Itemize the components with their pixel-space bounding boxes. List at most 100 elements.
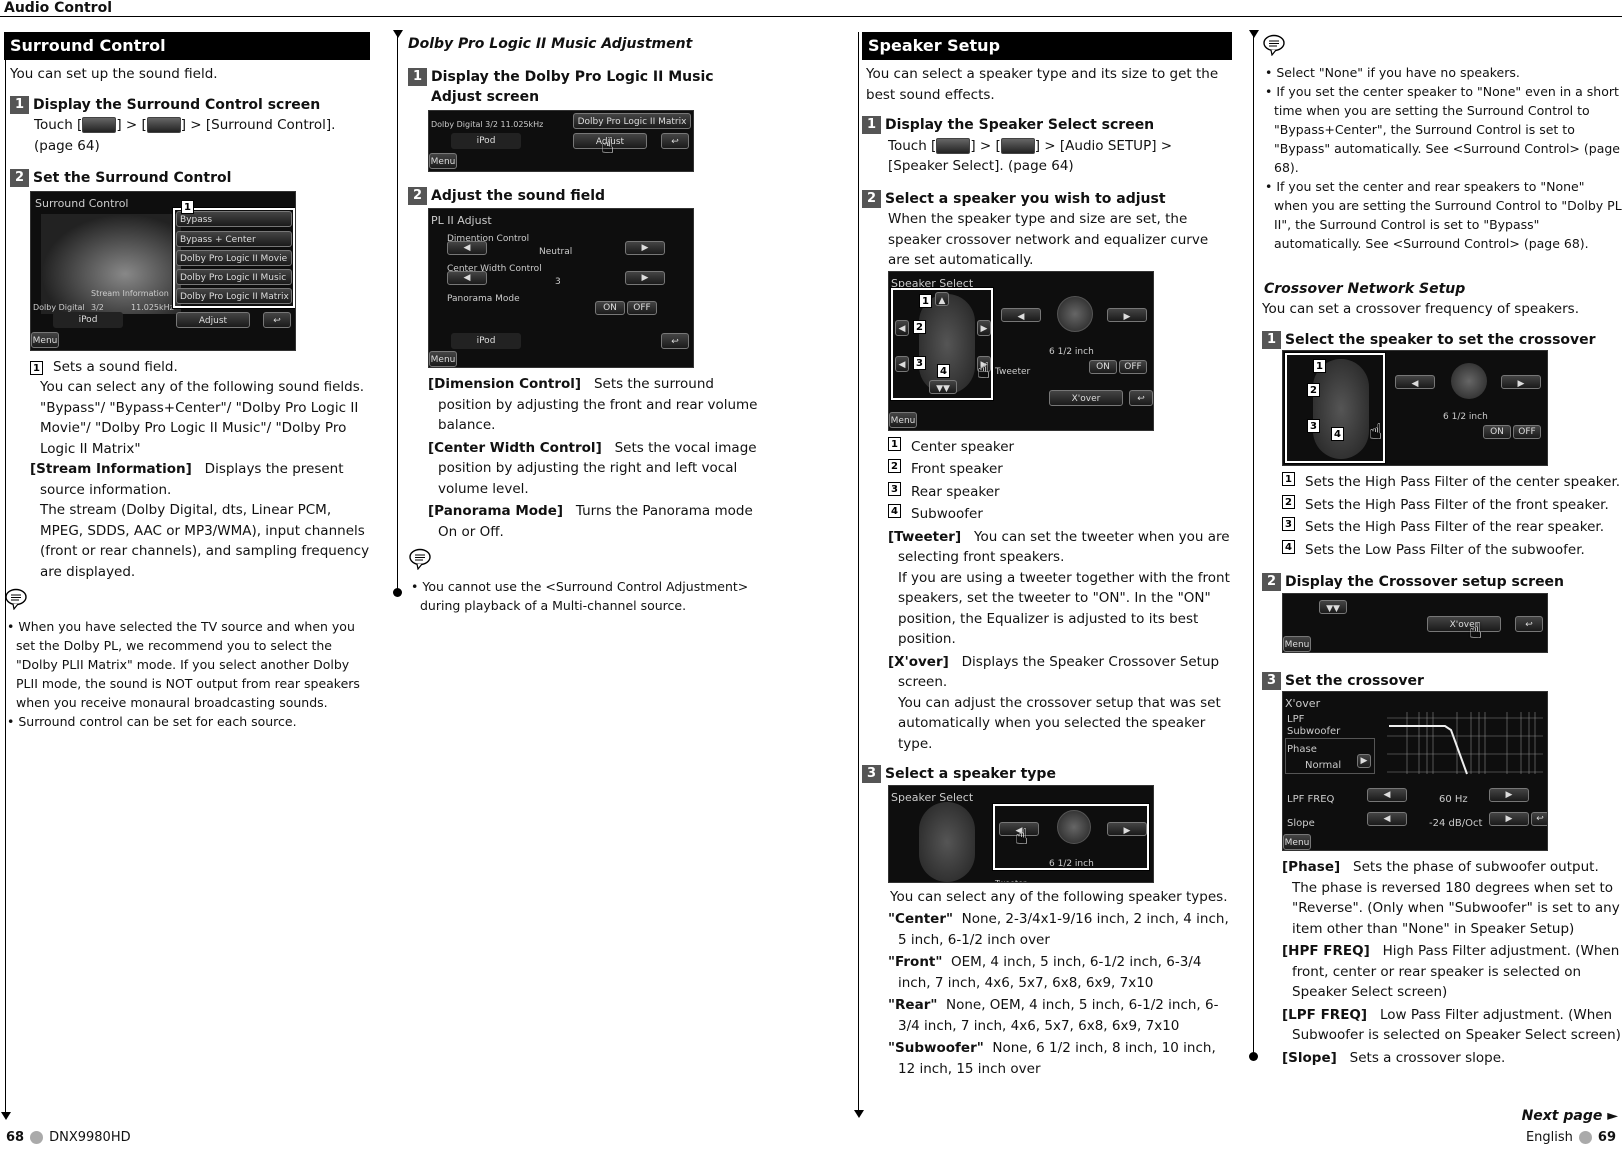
dimension-right-button[interactable]: ▶ (625, 241, 665, 255)
tweeter-on-button[interactable]: ON (1483, 425, 1511, 439)
freq-down-button[interactable]: ◀ (1367, 788, 1407, 802)
item-hpf-freq: [HPF FREQ] High Pass Filter adjustment. … (1282, 943, 1620, 1000)
surround-control-section: Surround Control You can set up the soun… (4, 32, 370, 731)
page-header-title: Audio Control (4, 0, 112, 16)
subwoofer-button[interactable]: ▼▼ (929, 379, 957, 394)
section-title: Speaker Setup (862, 32, 1232, 60)
item-slope: [Slope] Sets a crossover slope. (1282, 1049, 1506, 1066)
adjust-button[interactable]: Adjust (176, 311, 250, 328)
slope-up-button[interactable]: ▶ (1489, 812, 1529, 826)
menu-button[interactable]: Menu (429, 152, 457, 169)
menu-button[interactable]: Menu (889, 411, 917, 428)
panorama-off-button[interactable]: OFF (627, 301, 657, 315)
type-prev-button[interactable]: ◀ (1001, 307, 1041, 322)
list-item: 2 Front speaker (888, 459, 1232, 480)
flow-end-dot (1249, 1052, 1258, 1061)
option-bypass-center[interactable]: Bypass + Center (176, 230, 292, 247)
back-button[interactable]: ↩ (661, 132, 689, 149)
intro-text: You can select a speaker type and its si… (866, 66, 1219, 103)
flow-arrow-icon (393, 30, 403, 38)
front-left-speaker-button[interactable]: ◀ (895, 319, 909, 336)
note-icon (5, 588, 27, 611)
tweeter-off-button[interactable]: OFF (1119, 359, 1147, 374)
step-1-instructions: Touch [] > [] > [Surround Control]. (pag… (34, 117, 336, 154)
step-2: 2 Select a speaker you wish to adjust (862, 189, 1232, 210)
step-1: 1 Select the speaker to set the crossove… (1262, 330, 1622, 351)
option-plii-music[interactable]: Dolby Pro Logic II Music (176, 268, 292, 285)
front-right-speaker-button[interactable]: ▶ (977, 319, 991, 336)
tweeter-on-button[interactable]: ON (1089, 359, 1117, 374)
step-2: 2 Adjust the sound field (408, 186, 768, 207)
note-item: • If you set the center speaker to "None… (1265, 83, 1620, 175)
callout-number: 1 (181, 199, 194, 214)
source-button[interactable]: iPod (53, 311, 123, 328)
type-next-button[interactable]: ▶ (1501, 375, 1541, 389)
page-number: 68 (6, 1130, 25, 1145)
subsection-title: Crossover Network Setup (1264, 280, 1466, 297)
step-number: 2 (10, 169, 30, 187)
source-button[interactable]: iPod (451, 132, 521, 149)
next-page-link[interactable]: Next page ► (1522, 1108, 1618, 1124)
sound-fields-desc: You can select any of the following soun… (40, 379, 365, 457)
note-item: • If you set the center and rear speaker… (1265, 178, 1622, 251)
step-title: Set the Surround Control (33, 170, 232, 186)
subwoofer-button[interactable]: ▼▼ (1319, 599, 1347, 614)
car-seats-graphic (1313, 359, 1369, 459)
type-prev-button[interactable]: ◀ (1395, 375, 1435, 389)
option-plii-movie[interactable]: Dolby Pro Logic II Movie (176, 249, 292, 266)
column-flow-line (858, 32, 859, 1112)
column-flow-line (397, 36, 398, 592)
menu-button[interactable]: Menu (31, 331, 59, 348)
page-dot-icon (1578, 1131, 1592, 1144)
type-next-button[interactable]: ▶ (1107, 821, 1147, 836)
lpf-curve-graph (1387, 712, 1543, 775)
plii-adjust-section: Dolby Pro Logic II Music Adjustment 1 Di… (408, 32, 768, 615)
center-speaker-button[interactable]: ▲ (935, 291, 949, 306)
model-name: DNX9980HD (49, 1130, 131, 1145)
speaker-graphic (1057, 295, 1093, 332)
menu-button[interactable]: Menu (1283, 834, 1311, 850)
footer-right: English 69 (1526, 1130, 1616, 1145)
phase-toggle-button[interactable]: ▶ (1357, 754, 1371, 768)
speaker-callout-list: 1 Center speaker 2 Front speaker 3 Rear spe… (862, 436, 1232, 525)
step-title: Display the Surround Control screen (33, 96, 321, 113)
step-number: 1 (10, 95, 30, 114)
menu-button[interactable]: Menu (429, 351, 457, 367)
dimension-left-button[interactable]: ◀ (447, 241, 487, 255)
source-button[interactable]: iPod (451, 333, 521, 349)
flow-arrow-icon (1, 1112, 11, 1120)
tweeter-off-button[interactable]: OFF (1513, 425, 1541, 439)
list-item: "Rear" None, OEM, 4 inch, 5 inch, 6-1/2 … (888, 997, 1219, 1034)
car-seats-graphic (919, 801, 975, 882)
note-item: • Select "None" if you have no speakers. (1265, 64, 1520, 80)
slope-down-button[interactable]: ◀ (1367, 812, 1407, 826)
touch-hand-icon: ☝ (1469, 618, 1483, 644)
menu-button[interactable]: Menu (1283, 635, 1311, 652)
back-button[interactable]: ↩ (1515, 615, 1543, 632)
intro-text: You can set up the sound field. (10, 66, 218, 82)
item-center-width: [Center Width Control] Sets the vocal im… (428, 439, 757, 497)
center-width-right-button[interactable]: ▶ (625, 271, 665, 285)
note-icon (409, 548, 431, 571)
header-rule (0, 16, 1622, 17)
center-width-left-button[interactable]: ◀ (447, 271, 487, 285)
matrix-button[interactable]: Dolby Pro Logic II Matrix (573, 112, 691, 129)
option-plii-matrix[interactable]: Dolby Pro Logic II Matrix (176, 287, 292, 304)
crossover-items: [Phase] Sets the phase of subwoofer outp… (1262, 857, 1622, 1068)
panorama-on-button[interactable]: ON (595, 301, 625, 315)
speaker-select-screenshot: Speaker Select 1 2 3 4 ◀ ▶ ◀ ▶ ▲ ▼▼ ◀ ▶ … (888, 270, 1154, 431)
item-phase: [Phase] Sets the phase of subwoofer outp… (1282, 859, 1599, 875)
xover-button[interactable]: X'over (1427, 615, 1501, 632)
step-2: 2 Set the Surround Control (4, 168, 370, 189)
type-next-button[interactable]: ▶ (1107, 307, 1147, 322)
back-button[interactable]: ↩ (1531, 812, 1547, 826)
list-item: 4 Subwoofer (888, 504, 1232, 525)
touch-hand-icon: ☝ (601, 133, 615, 159)
back-button[interactable]: ↩ (1129, 389, 1153, 406)
back-button[interactable]: ↩ (661, 333, 689, 349)
xover-button[interactable]: X'over (1049, 389, 1123, 406)
list-item: 3 Rear speaker (888, 481, 1232, 503)
back-button[interactable]: ↩ (263, 311, 291, 328)
freq-up-button[interactable]: ▶ (1489, 788, 1529, 802)
rear-left-speaker-button[interactable]: ◀ (895, 355, 909, 372)
